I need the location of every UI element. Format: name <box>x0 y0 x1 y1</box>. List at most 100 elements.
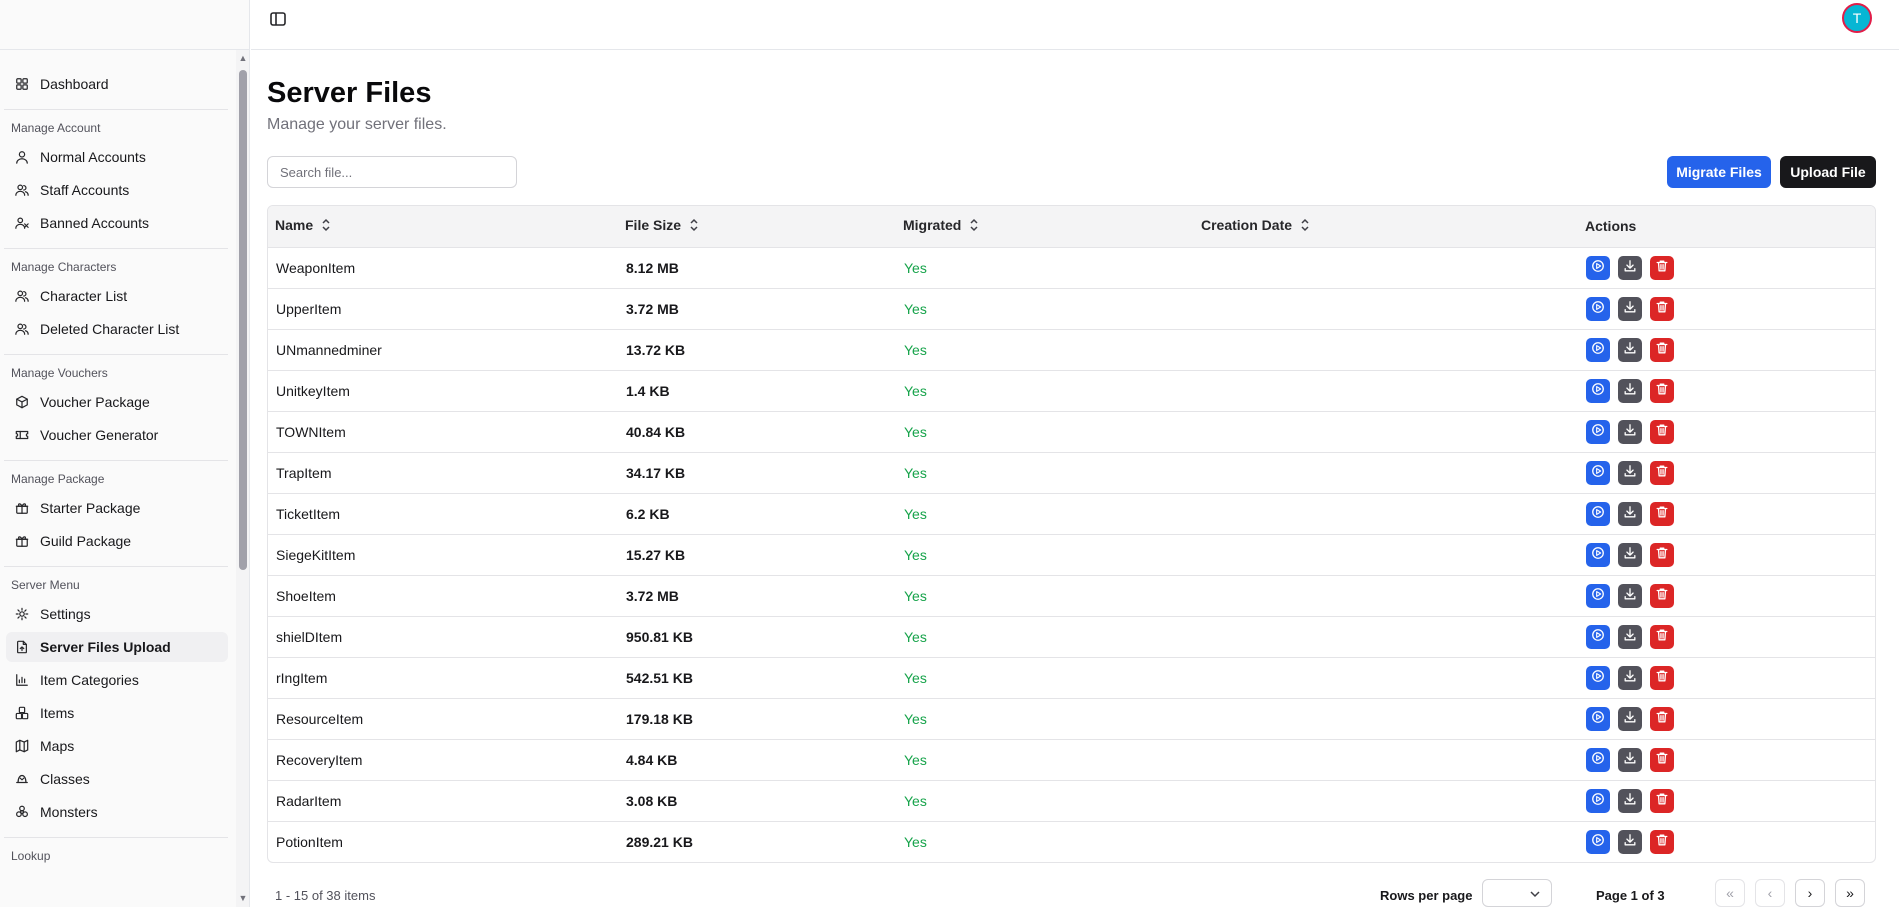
delete-button[interactable] <box>1650 788 1674 813</box>
table-row: WeaponItem 8.12 MB Yes <box>268 247 1875 288</box>
delete-button[interactable] <box>1650 706 1674 731</box>
download-button[interactable] <box>1618 296 1642 321</box>
sidebar-item-label: Dashboard <box>40 76 109 92</box>
row-actions <box>1578 534 1875 575</box>
next-page-button[interactable]: › <box>1795 879 1825 907</box>
download-button[interactable] <box>1618 747 1642 772</box>
delete-button[interactable] <box>1650 296 1674 321</box>
run-migration-button[interactable] <box>1586 501 1610 526</box>
run-migration-button[interactable] <box>1586 296 1610 321</box>
download-button[interactable] <box>1618 583 1642 608</box>
sidebar-item-deleted-character-list[interactable]: Deleted Character List <box>6 314 228 344</box>
sidebar-item-classes[interactable]: Classes <box>6 764 228 794</box>
play-circle-icon <box>1591 300 1605 317</box>
delete-button[interactable] <box>1650 460 1674 485</box>
sidebar-item-voucher-package[interactable]: Voucher Package <box>6 387 228 417</box>
run-migration-button[interactable] <box>1586 747 1610 772</box>
avatar[interactable]: T <box>1842 3 1872 33</box>
sidebar-item-label: Items <box>40 705 75 721</box>
sidebar-item-monsters[interactable]: Monsters <box>6 797 228 827</box>
delete-button[interactable] <box>1650 501 1674 526</box>
sidebar-item-starter-package[interactable]: Starter Package <box>6 493 228 523</box>
sort-icon[interactable] <box>1300 218 1310 235</box>
sidebar-item-server-files-upload[interactable]: Server Files Upload <box>6 632 228 662</box>
sidebar-item-staff-accounts[interactable]: Staff Accounts <box>6 175 228 205</box>
run-migration-button[interactable] <box>1586 706 1610 731</box>
row-actions <box>1578 247 1875 288</box>
download-button[interactable] <box>1618 665 1642 690</box>
first-page-button[interactable]: « <box>1715 879 1745 907</box>
column-header-creation-date[interactable]: Creation Date <box>1194 206 1578 247</box>
column-header-name[interactable]: Name <box>268 206 618 247</box>
scroll-down-arrow-icon[interactable]: ▼ <box>238 893 248 903</box>
download-button[interactable] <box>1618 378 1642 403</box>
sidebar-item-guild-package[interactable]: Guild Package <box>6 526 228 556</box>
sidebar-item-dashboard[interactable]: Dashboard <box>6 69 228 99</box>
sidebar-item-settings[interactable]: Settings <box>6 599 228 629</box>
download-button[interactable] <box>1618 460 1642 485</box>
download-button[interactable] <box>1618 255 1642 280</box>
download-button[interactable] <box>1618 419 1642 444</box>
sidebar-section-label: Manage Vouchers <box>4 354 228 384</box>
download-button[interactable] <box>1618 501 1642 526</box>
sort-icon[interactable] <box>689 218 699 235</box>
download-button[interactable] <box>1618 542 1642 567</box>
run-migration-button[interactable] <box>1586 665 1610 690</box>
run-migration-button[interactable] <box>1586 460 1610 485</box>
delete-button[interactable] <box>1650 747 1674 772</box>
sidebar-toggle-icon[interactable] <box>269 10 287 28</box>
download-icon <box>1623 382 1637 399</box>
download-button[interactable] <box>1618 337 1642 362</box>
sidebar-item-item-categories[interactable]: Item Categories <box>6 665 228 695</box>
upload-file-button[interactable]: Upload File <box>1780 156 1876 188</box>
download-button[interactable] <box>1618 706 1642 731</box>
last-page-button[interactable]: » <box>1835 879 1865 907</box>
column-header-file-size[interactable]: File Size <box>618 206 896 247</box>
run-migration-button[interactable] <box>1586 624 1610 649</box>
rows-per-page-select[interactable] <box>1482 879 1552 907</box>
sidebar-item-items[interactable]: Items <box>6 698 228 728</box>
run-migration-button[interactable] <box>1586 255 1610 280</box>
download-button[interactable] <box>1618 829 1642 854</box>
migrate-files-button[interactable]: Migrate Files <box>1667 156 1771 188</box>
run-migration-button[interactable] <box>1586 788 1610 813</box>
delete-button[interactable] <box>1650 378 1674 403</box>
sidebar-nav: Dashboard Manage Account Normal Accounts St… <box>0 50 236 907</box>
sidebar-item-normal-accounts[interactable]: Normal Accounts <box>6 142 228 172</box>
sidebar-item-label: Character List <box>40 288 128 304</box>
delete-button[interactable] <box>1650 829 1674 854</box>
run-migration-button[interactable] <box>1586 378 1610 403</box>
sidebar-item-character-list[interactable]: Character List <box>6 281 228 311</box>
sidebar-item-voucher-generator[interactable]: Voucher Generator <box>6 420 228 450</box>
delete-button[interactable] <box>1650 337 1674 362</box>
delete-button[interactable] <box>1650 255 1674 280</box>
prev-page-button[interactable]: ‹ <box>1755 879 1785 907</box>
run-migration-button[interactable] <box>1586 829 1610 854</box>
run-migration-button[interactable] <box>1586 419 1610 444</box>
run-migration-button[interactable] <box>1586 542 1610 567</box>
scroll-up-arrow-icon[interactable]: ▲ <box>238 53 248 63</box>
run-migration-button[interactable] <box>1586 583 1610 608</box>
row-actions <box>1578 411 1875 452</box>
delete-button[interactable] <box>1650 542 1674 567</box>
sidebar-scroll-thumb[interactable] <box>239 70 247 570</box>
download-button[interactable] <box>1618 788 1642 813</box>
column-header-migrated[interactable]: Migrated <box>896 206 1194 247</box>
download-icon <box>1623 300 1637 317</box>
sort-icon[interactable] <box>969 218 979 235</box>
sort-icon[interactable] <box>321 218 331 235</box>
delete-button[interactable] <box>1650 624 1674 649</box>
delete-button[interactable] <box>1650 665 1674 690</box>
sidebar-item-maps[interactable]: Maps <box>6 731 228 761</box>
file-name: ShoeItem <box>276 587 336 604</box>
table-row: UnitkeyItem 1.4 KB Yes <box>268 370 1875 411</box>
sidebar-item-banned-accounts[interactable]: Banned Accounts <box>6 208 228 238</box>
file-size: 3.72 MB <box>626 300 679 317</box>
run-migration-button[interactable] <box>1586 337 1610 362</box>
download-button[interactable] <box>1618 624 1642 649</box>
sidebar-scrollbar[interactable]: ▲ ▼ <box>236 50 249 907</box>
sidebar-item-label: Staff Accounts <box>40 182 130 198</box>
delete-button[interactable] <box>1650 583 1674 608</box>
search-input[interactable] <box>267 156 517 188</box>
delete-button[interactable] <box>1650 419 1674 444</box>
